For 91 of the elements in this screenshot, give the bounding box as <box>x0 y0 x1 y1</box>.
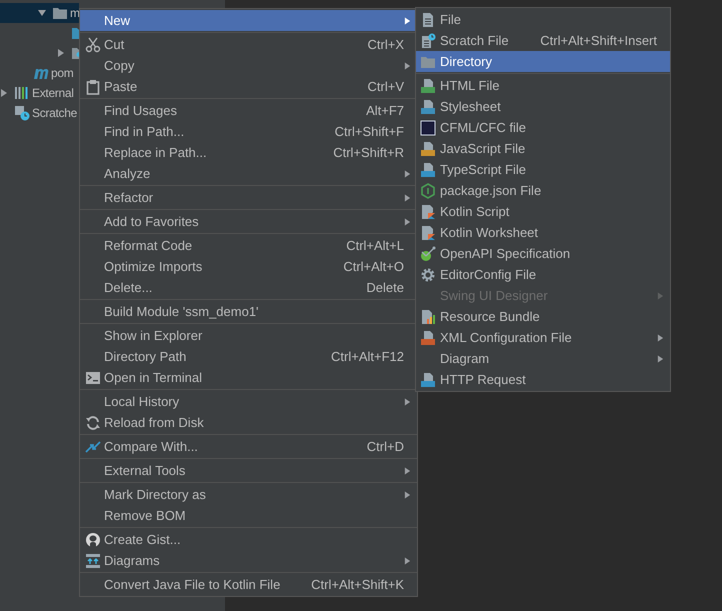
shortcut-label: Alt+F7 <box>366 102 404 120</box>
tree-row[interactable]: Scratche <box>0 103 79 123</box>
menu-item[interactable]: Delete... Delete <box>80 277 417 298</box>
shortcut-label: Ctrl+D <box>366 438 404 456</box>
menu-item[interactable]: Remove BOM <box>80 505 417 526</box>
bars-icon <box>14 85 30 101</box>
menu-item[interactable]: External Tools <box>80 460 417 481</box>
menu-item[interactable]: EditorConfig File <box>416 264 670 285</box>
menu-item[interactable]: Find in Path... Ctrl+Shift+F <box>80 121 417 142</box>
menu-item[interactable]: OpenAPI Specification <box>416 243 670 264</box>
menu-item[interactable]: Reload from Disk <box>80 412 417 433</box>
document-icon <box>420 78 436 94</box>
expanded-arrow-icon[interactable] <box>38 9 46 17</box>
shortcut-label: Ctrl+X <box>368 36 404 54</box>
menu-item[interactable]: Analyze <box>80 163 417 184</box>
shortcut-label: Ctrl+Alt+Shift+K <box>311 576 404 594</box>
menu-item[interactable]: Cut Ctrl+X <box>80 34 417 55</box>
settings-icon <box>420 266 436 282</box>
menu-item[interactable]: HTTP Request <box>416 369 670 390</box>
menu-item[interactable]: New <box>80 10 417 31</box>
shortcut-label: Ctrl+V <box>368 78 404 96</box>
shortcut-label: Ctrl+Alt+O <box>343 258 404 276</box>
document-icon <box>420 330 436 346</box>
menu-item[interactable]: CFML/CFC file <box>416 117 670 138</box>
menu-item[interactable]: Stylesheet <box>416 96 670 117</box>
kotlin-document-icon <box>420 204 436 220</box>
diagram-icon <box>85 552 101 568</box>
refresh-icon <box>85 414 101 430</box>
menu-item[interactable]: Diagram <box>416 348 670 369</box>
menu-item[interactable]: Add to Favorites <box>80 211 417 232</box>
document-icon <box>420 162 436 178</box>
bar-chart-document-icon <box>420 308 436 324</box>
tree-item-label: External <box>32 85 74 102</box>
document-icon <box>420 12 436 28</box>
terminal-icon <box>85 370 101 386</box>
network-icon <box>420 246 436 262</box>
shortcut-label: Ctrl+Shift+R <box>333 144 404 162</box>
menu-item[interactable]: Compare With... Ctrl+D <box>80 436 417 457</box>
menu-item[interactable]: Optimize Imports Ctrl+Alt+O <box>80 256 417 277</box>
clock-document-icon <box>420 32 436 48</box>
collapsed-arrow-icon[interactable] <box>0 89 8 97</box>
menu-item[interactable]: Directory Path Ctrl+Alt+F12 <box>80 346 417 367</box>
menu-item[interactable]: TypeScript File <box>416 159 670 180</box>
document-icon <box>420 140 436 156</box>
square-icon <box>420 120 436 136</box>
menu-item[interactable]: Open in Terminal <box>80 367 417 388</box>
menu-item[interactable]: JavaScript File <box>416 138 670 159</box>
tree-row[interactable]: pom <box>0 63 79 83</box>
menu-item[interactable]: Scratch File Ctrl+Alt+Shift+Insert <box>416 30 670 51</box>
menu-item[interactable]: Local History <box>80 391 417 412</box>
tree-item-label: m <box>70 5 79 22</box>
tree-item-label: Scratche <box>32 105 77 122</box>
round-logo-icon <box>85 532 101 548</box>
menu-item[interactable]: Create Gist... <box>80 529 417 550</box>
document-icon <box>420 372 436 388</box>
clipboard-icon <box>85 78 101 94</box>
menu-item[interactable]: File <box>416 9 670 30</box>
scissors-icon <box>85 36 101 52</box>
tree-row[interactable]: m <box>0 3 79 23</box>
document-icon <box>420 98 436 114</box>
menu-item[interactable]: Kotlin Script <box>416 201 670 222</box>
tree-row[interactable]: External <box>0 83 79 103</box>
menu-item[interactable]: Show in Explorer <box>80 325 417 346</box>
shortcut-label: Ctrl+Shift+F <box>334 122 404 141</box>
menu-item[interactable]: Copy <box>80 55 417 76</box>
menu-item[interactable]: Replace in Path... Ctrl+Shift+R <box>80 142 417 163</box>
clock-document-icon <box>14 105 30 121</box>
menu-item[interactable]: Reformat Code Ctrl+Alt+L <box>80 235 417 256</box>
menu-item[interactable]: Find Usages Alt+F7 <box>80 100 417 121</box>
hexagon-icon <box>420 182 436 198</box>
menu-item[interactable]: XML Configuration File <box>416 327 670 348</box>
menu-item[interactable]: package.json File <box>416 180 670 201</box>
menu-item[interactable]: HTML File <box>416 75 670 96</box>
tree-item-label: pom <box>51 65 74 82</box>
arrows-icon <box>85 438 101 454</box>
kotlin-document-icon <box>420 224 436 240</box>
folder-icon <box>52 5 68 21</box>
menu-item[interactable]: Directory <box>416 51 670 72</box>
menu-item[interactable]: Resource Bundle <box>416 306 670 327</box>
collapsed-arrow-icon[interactable] <box>57 49 65 57</box>
menu-item[interactable]: Build Module 'ssm_demo1' <box>80 301 417 322</box>
menu-item[interactable]: Refactor <box>80 187 417 208</box>
shortcut-label: Delete <box>366 278 404 297</box>
shortcut-label: Ctrl+Alt+Shift+Insert <box>540 32 657 50</box>
shortcut-label: Ctrl+Alt+F12 <box>331 348 404 366</box>
menu-item[interactable]: Diagrams <box>80 550 417 571</box>
menu-item[interactable]: Mark Directory as <box>80 484 417 505</box>
menu-item[interactable]: Kotlin Worksheet <box>416 222 670 243</box>
menu-item[interactable]: Paste Ctrl+V <box>80 76 417 97</box>
shortcut-label: Ctrl+Alt+L <box>346 236 404 255</box>
menu-item[interactable]: Convert Java File to Kotlin File Ctrl+Alt+Shift+K <box>80 574 417 595</box>
